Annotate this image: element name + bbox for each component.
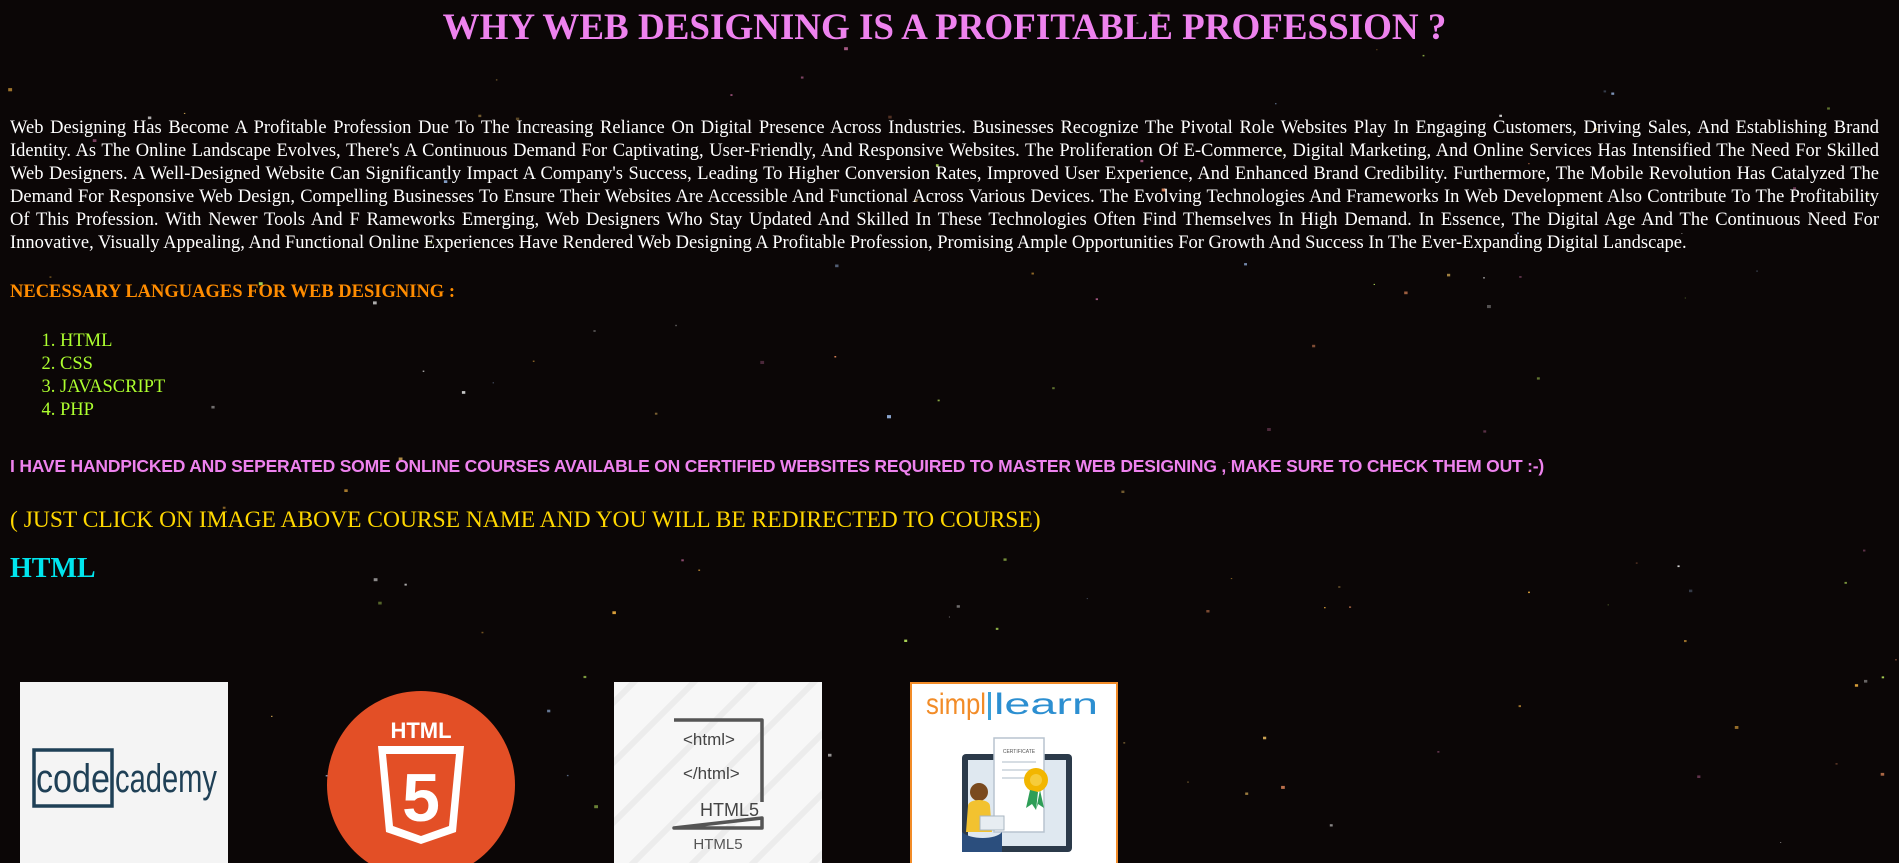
page-title: WHY WEB DESIGNING IS A PROFITABLE PROFES… xyxy=(442,7,1447,48)
course-card-html5-document[interactable]: <html> </html> HTML5 HTML5 xyxy=(614,682,822,863)
language-item: CSS xyxy=(60,353,1879,376)
handpicked-courses-note: I HAVE HANDPICKED AND SEPERATED SOME ONL… xyxy=(10,456,1545,476)
certificate-label: CERTIFICATE xyxy=(1003,749,1036,755)
languages-list: HTML CSS JAVASCRIPT PHP xyxy=(10,330,1879,422)
html5-document-logo-icon: <html> </html> HTML5 HTML5 xyxy=(614,682,822,863)
html5-badge-text: HTML5 xyxy=(700,800,759,820)
html5-shield-logo-icon: HTML 5 xyxy=(327,691,515,863)
codecademy-logo-cademy: cademy xyxy=(115,757,217,801)
intro-paragraph: Web Designing Has Become A Profitable Pr… xyxy=(10,118,1879,253)
language-item: JAVASCRIPT xyxy=(60,376,1879,399)
main-content: WHY WEB DESIGNING IS A PROFITABLE PROFES… xyxy=(0,0,1889,586)
section-heading-html: HTML xyxy=(10,553,96,584)
codecademy-logo-icon: code cademy xyxy=(20,682,228,863)
html5-logo-label: HTML xyxy=(390,718,451,743)
course-card-codecademy[interactable]: code cademy xyxy=(20,682,228,863)
html-open-tag-text: <html> xyxy=(683,730,735,749)
simplilearn-logo-simpl: simpl xyxy=(926,688,986,721)
course-card-html5-circle[interactable]: HTML 5 xyxy=(318,682,528,863)
course-card-simplilearn[interactable]: simpl learn CERTIFICATE xyxy=(910,682,1118,863)
languages-heading: NECESSARY LANGUAGES FOR WEB DESIGNING : xyxy=(10,282,455,302)
course-image-row: code cademy HTML 5 <html> </html> HTML5 … xyxy=(0,682,1899,863)
simplilearn-logo-learn: learn xyxy=(994,688,1098,721)
html5-logo-number: 5 xyxy=(402,760,440,836)
html-close-tag-text: </html> xyxy=(683,764,740,783)
codecademy-logo-code: code xyxy=(36,757,110,801)
html5-caption-text: HTML5 xyxy=(693,836,742,853)
language-item: PHP xyxy=(60,399,1879,422)
simplilearn-certificate-logo-icon: simpl learn CERTIFICATE xyxy=(910,682,1118,863)
click-instruction-note: ( JUST CLICK ON IMAGE ABOVE COURSE NAME … xyxy=(10,507,1041,533)
language-item: HTML xyxy=(60,330,1879,353)
